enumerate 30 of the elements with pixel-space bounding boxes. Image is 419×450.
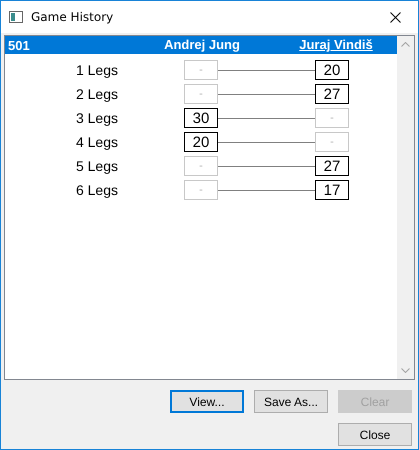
score-box: 27 — [315, 84, 349, 104]
score-box: - — [184, 84, 218, 104]
score-box: 17 — [315, 180, 349, 200]
player-name: Juraj Vindiš — [299, 36, 373, 54]
leg-label: 6 Legs — [74, 182, 118, 198]
leg-label: 4 Legs — [74, 134, 118, 150]
scrollbar[interactable] — [397, 36, 414, 379]
dialog-button[interactable]: View... — [170, 390, 244, 413]
header-row[interactable]: 501 Andrej Jung Juraj Vindiš — [5, 36, 397, 54]
leg-label: 3 Legs — [74, 110, 118, 126]
score-box: - — [315, 108, 349, 128]
close-button[interactable]: Close — [338, 423, 412, 446]
window-title: Game History — [31, 10, 114, 24]
leg-label: 2 Legs — [74, 86, 118, 102]
score-box: 20 — [315, 60, 349, 80]
score-box: - — [184, 60, 218, 80]
scroll-up-icon[interactable] — [401, 42, 410, 47]
dialog-button[interactable]: Save As... — [254, 390, 328, 413]
game-type: 501 — [7, 38, 31, 52]
player-name: Andrej Jung — [164, 36, 240, 54]
score-box: 20 — [184, 132, 218, 152]
window-icon — [9, 11, 23, 23]
leg-label: 1 Legs — [74, 62, 118, 78]
score-box: - — [315, 132, 349, 152]
scroll-down-icon[interactable] — [401, 368, 410, 373]
score-box: 30 — [184, 108, 218, 128]
score-box: - — [184, 180, 218, 200]
score-box: 27 — [315, 156, 349, 176]
score-box: - — [184, 156, 218, 176]
leg-label: 5 Legs — [74, 158, 118, 174]
